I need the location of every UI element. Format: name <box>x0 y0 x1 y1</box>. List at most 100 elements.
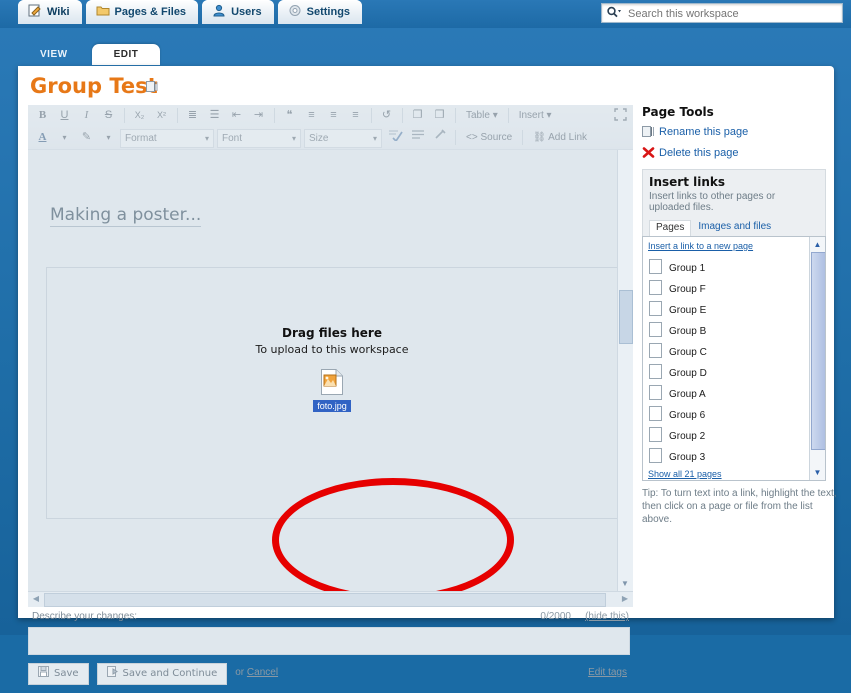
text-color-button[interactable]: A <box>32 128 53 147</box>
bulleted-list-button[interactable]: ☰ <box>204 106 225 125</box>
chevron-left-icon[interactable]: ◀ <box>30 593 42 605</box>
chevron-down-icon: ▾ <box>291 134 296 143</box>
superscript-button[interactable]: X² <box>151 106 172 125</box>
cancel-area: or Cancel <box>235 663 278 683</box>
list-item[interactable]: Group 1 <box>643 259 811 280</box>
tab-edit[interactable]: EDIT <box>91 44 161 65</box>
list-item[interactable]: Group E <box>643 301 811 322</box>
background-color-button[interactable]: ✎ <box>76 128 97 147</box>
page-tools-title: Page Tools <box>642 105 714 119</box>
scrollbar-thumb[interactable] <box>44 593 606 607</box>
delete-this-page-label: Delete this page <box>659 147 739 159</box>
scrollbar-thumb[interactable] <box>619 290 633 344</box>
increase-indent-button[interactable]: ⇥ <box>248 106 269 125</box>
dropped-file-name[interactable]: foto.jpg <box>313 400 351 412</box>
blockquote-button[interactable]: ❝ <box>279 106 300 125</box>
dropped-file-item[interactable]: foto.jpg <box>313 369 351 412</box>
size-select[interactable]: Size ▾ <box>304 129 382 148</box>
chevron-right-icon[interactable]: ▶ <box>619 593 631 605</box>
numbered-list-button[interactable]: ≣ <box>182 106 203 125</box>
list-item[interactable]: Group D <box>643 364 811 385</box>
decrease-indent-button[interactable]: ⇤ <box>226 106 247 125</box>
editor-body-text[interactable]: Making a poster... <box>50 205 202 227</box>
page-icon <box>649 427 662 442</box>
edit-tags-link[interactable]: Edit tags <box>588 663 627 683</box>
spellcheck-icon[interactable] <box>385 128 406 147</box>
list-vertical-scrollbar[interactable]: ▲ ▼ <box>809 237 825 480</box>
tab-view[interactable]: VIEW <box>18 44 90 65</box>
undo-button[interactable]: ↺ <box>376 106 397 125</box>
toolbar-row-1: B U I S X₂ X² ≣ ☰ ⇤ ⇥ ❝ ≡ ≡ ≡ ↺ ❐ ❒ Tabl… <box>32 106 632 127</box>
chevron-down-icon[interactable]: ▼ <box>619 578 631 590</box>
search-input[interactable] <box>626 5 840 22</box>
toolbar-separator <box>522 130 524 145</box>
table-menu-button[interactable]: Table ▾ <box>460 106 504 125</box>
align-left-button[interactable]: ≡ <box>301 106 322 125</box>
toolbar-separator <box>371 108 372 123</box>
page-panel: Group Test B U I S X₂ X² ≣ ☰ ⇤ ⇥ ❝ ≡ ≡ ≡… <box>18 66 837 685</box>
chevron-down-icon[interactable]: ▾ <box>54 128 75 147</box>
delete-this-page-button[interactable]: Delete this page <box>642 147 826 163</box>
save-button[interactable]: Save <box>28 663 89 685</box>
maximize-icon[interactable] <box>614 108 627 125</box>
list-item[interactable]: Group 2 <box>643 427 811 448</box>
bold-button[interactable]: B <box>32 106 53 125</box>
remove-format-icon[interactable] <box>429 128 450 147</box>
chevron-down-icon[interactable]: ▾ <box>98 128 119 147</box>
underline-button[interactable]: U <box>54 106 75 125</box>
search-box[interactable] <box>601 3 843 23</box>
editor-horizontal-scrollbar[interactable]: ◀ ▶ <box>28 591 633 607</box>
cancel-link[interactable]: Cancel <box>247 667 278 678</box>
horizontal-rule-icon[interactable] <box>407 128 428 147</box>
tab-images-and-files[interactable]: Images and files <box>691 219 778 236</box>
align-right-button[interactable]: ≡ <box>345 106 366 125</box>
editor-canvas[interactable]: Making a poster... Drag files here To up… <box>28 150 633 592</box>
page-icon <box>649 280 662 295</box>
insert-link-to-new-page[interactable]: Insert a link to a new page <box>648 241 753 251</box>
editor-vertical-scrollbar[interactable]: ▼ <box>617 150 633 592</box>
italic-button[interactable]: I <box>76 106 97 125</box>
chevron-up-icon[interactable]: ▲ <box>811 238 824 251</box>
nav-tab-wiki[interactable]: Wiki <box>18 0 82 24</box>
list-item-label: Group B <box>669 326 707 337</box>
page-mode-tabs: VIEW EDIT <box>18 44 162 66</box>
nav-tab-settings[interactable]: Settings <box>277 0 363 24</box>
save-button-label: Save <box>54 668 79 679</box>
font-select[interactable]: Font ▾ <box>217 129 301 148</box>
hide-this-link[interactable]: (hide this) <box>585 611 629 622</box>
format-select[interactable]: Format ▾ <box>120 129 214 148</box>
list-item[interactable]: Group A <box>643 385 811 406</box>
list-item[interactable]: Group C <box>643 343 811 364</box>
list-item[interactable]: Group B <box>643 322 811 343</box>
save-and-continue-button[interactable]: Save and Continue <box>96 663 228 685</box>
list-item-label: Group C <box>669 347 707 358</box>
scrollbar-thumb[interactable] <box>811 252 825 450</box>
subscript-button[interactable]: X₂ <box>129 106 150 125</box>
nav-tab-users[interactable]: Users <box>202 0 274 24</box>
file-dropzone[interactable]: Drag files here To upload to this worksp… <box>46 267 618 519</box>
paste-button[interactable]: ❒ <box>429 106 450 125</box>
add-link-button[interactable]: ⛓ Add Link <box>527 128 593 147</box>
list-item[interactable]: Group 3 <box>643 448 811 469</box>
insert-menu-button[interactable]: Insert ▾ <box>513 106 558 125</box>
editor-action-bar: Save Save and Continue or Cancel Edit ta… <box>28 663 633 693</box>
nav-tab-pages-files[interactable]: Pages & Files <box>85 0 199 24</box>
tab-pages[interactable]: Pages <box>649 220 692 237</box>
list-item-label: Group 6 <box>669 410 706 421</box>
list-item[interactable]: Group 6 <box>643 406 811 427</box>
insert-links-subtitle: Insert links to other pages or uploaded … <box>649 191 776 213</box>
describe-changes-input[interactable] <box>28 627 630 655</box>
rename-icon <box>642 126 655 140</box>
search-icon <box>606 6 622 22</box>
chevron-down-icon[interactable]: ▼ <box>811 466 824 479</box>
strikethrough-button[interactable]: S <box>98 106 119 125</box>
insert-links-tip: Tip: To turn text into a link, highlight… <box>642 488 837 525</box>
show-all-pages-link[interactable]: Show all 21 pages <box>648 469 722 479</box>
rename-this-page-button[interactable]: Rename this page <box>642 126 826 142</box>
rename-page-icon[interactable] <box>146 81 159 95</box>
workspace-tabs: Wiki Pages & Files Users Settings <box>18 0 366 28</box>
source-button[interactable]: <> Source <box>460 128 518 147</box>
copy-button[interactable]: ❐ <box>407 106 428 125</box>
align-center-button[interactable]: ≡ <box>323 106 344 125</box>
list-item[interactable]: Group F <box>643 280 811 301</box>
